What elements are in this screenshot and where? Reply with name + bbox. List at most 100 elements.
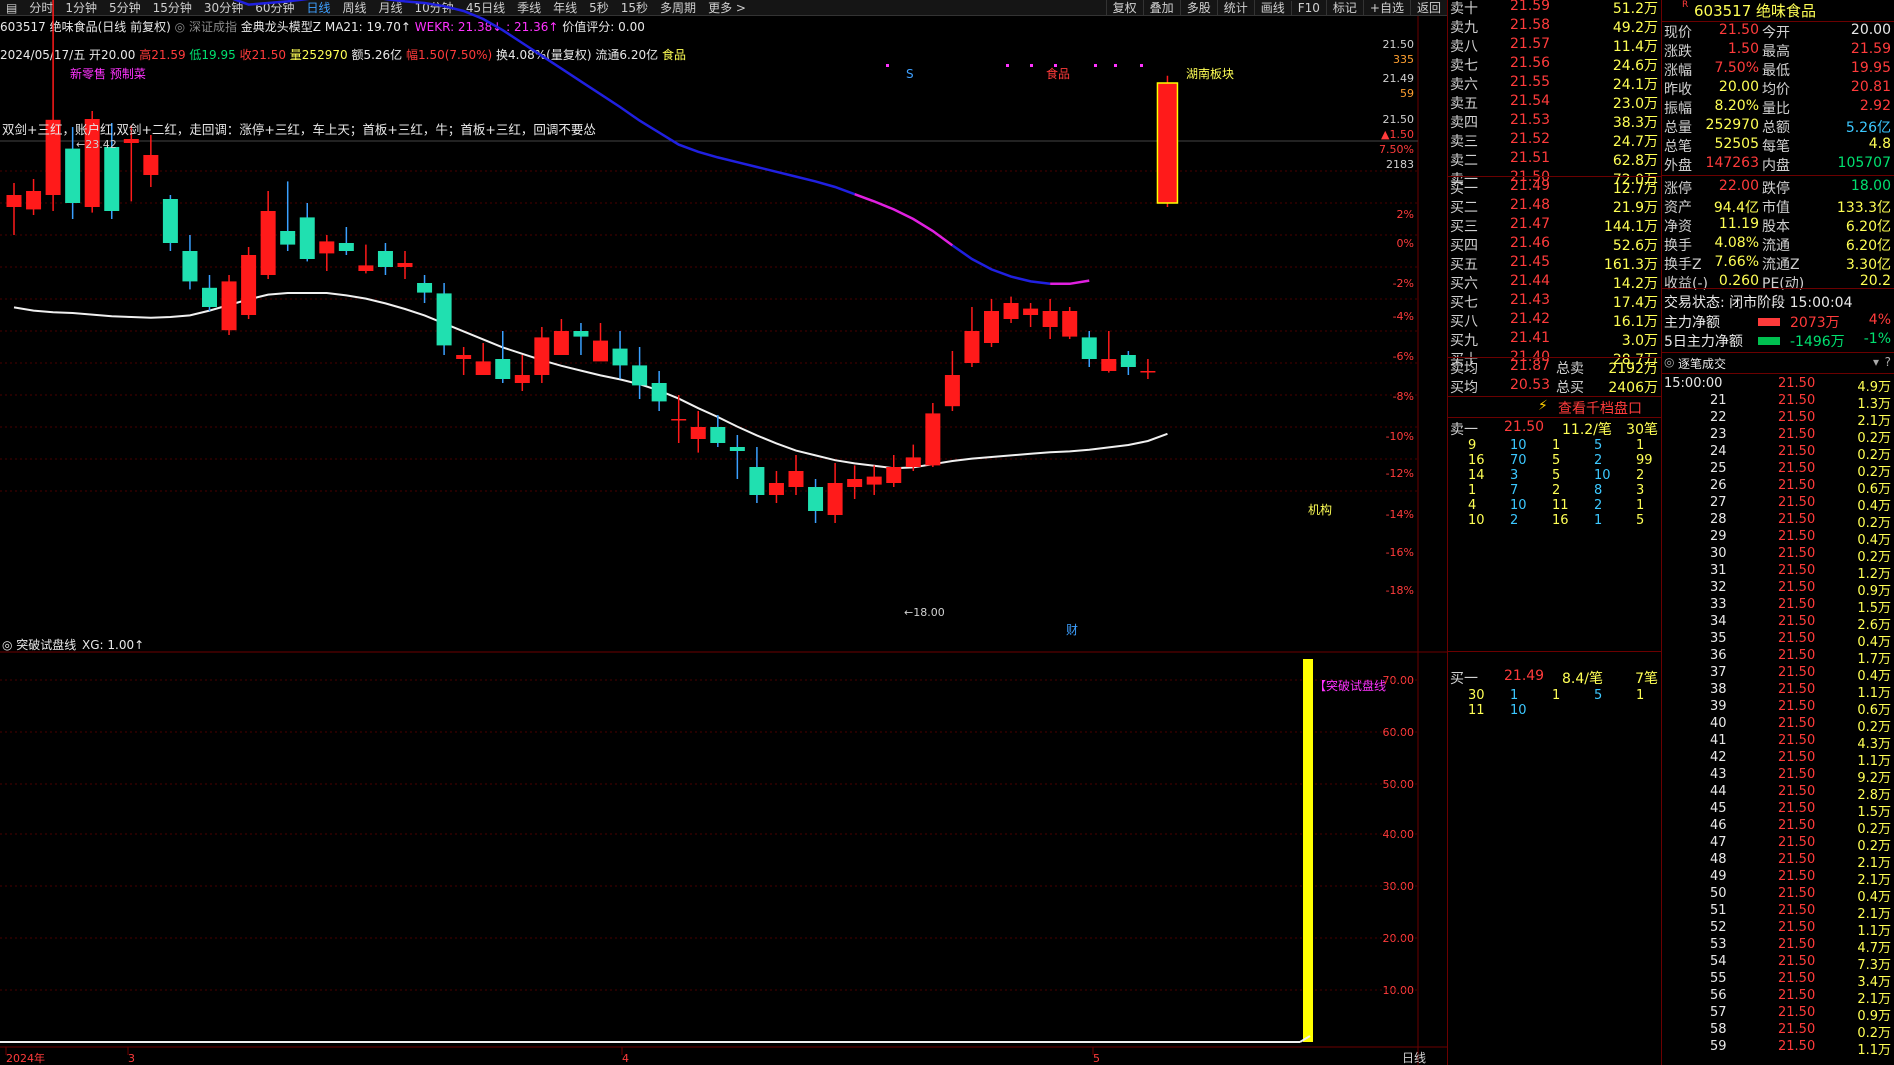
tick-row: 33 21.50 1.5万 [1662, 597, 1894, 616]
queue-cell: 1 [1636, 498, 1645, 513]
quote-label: 流通Z [1762, 257, 1800, 273]
price-axis-label: 21.50 [1383, 113, 1415, 126]
help-icon[interactable]: ? [1885, 355, 1891, 369]
topic-tags: 新零售 预制菜 [70, 66, 146, 81]
quote-value: 133.3亿 [1836, 200, 1891, 216]
tick-price: 21.50 [1778, 682, 1816, 697]
tick-price: 21.50 [1778, 512, 1816, 527]
tick-time: 21 [1710, 393, 1727, 408]
divider [1448, 396, 1662, 397]
quote-label: 昨收 [1664, 82, 1692, 98]
quote-row: 换手 4.08% 流通 6.20亿 [1662, 235, 1894, 254]
tick-time: 37 [1710, 665, 1727, 680]
filter-icon[interactable]: ▾ [1873, 355, 1879, 369]
queue-cell: 2 [1636, 468, 1645, 483]
queue-cell: 1 [1594, 513, 1603, 528]
depth-link-text[interactable]: 查看千档盘口 [1558, 398, 1642, 418]
queue-cell: 1 [1552, 438, 1561, 453]
tick-price: 21.50 [1778, 750, 1816, 765]
ob-label: 卖四 [1450, 115, 1478, 131]
quote-label: 量比 [1762, 101, 1790, 117]
tick-row: 53 21.50 4.7万 [1662, 937, 1894, 956]
quote-header: R 603517 绝味食品 [1662, 0, 1894, 20]
quote-label: 最高 [1762, 44, 1790, 60]
quote-label: 股本 [1762, 219, 1790, 235]
indicator-axis-label: 60.00 [1383, 726, 1415, 739]
tick-price: 21.50 [1778, 631, 1816, 646]
tick-time: 50 [1710, 886, 1727, 901]
candle [534, 327, 550, 383]
queue-header: 卖一 21.50 11.2/笔 30笔 [1450, 419, 1658, 438]
tick-row: 25 21.50 0.2万 [1662, 461, 1894, 480]
candle [1003, 296, 1019, 323]
tick-time: 48 [1710, 852, 1727, 867]
kline-chart[interactable]: 新零售 预制菜双剑+三红，账户红,双剑+二红，走回调：涨停+三红，车上天；首板+… [0, 0, 1447, 1065]
quote-label: 换手 [1664, 238, 1692, 254]
candle [808, 479, 824, 523]
ob-price: 21.53 [1510, 112, 1551, 128]
tick-time: 43 [1710, 767, 1727, 782]
quote-value: 22.00 [1718, 178, 1759, 194]
quote-row: 涨跌 1.50 最高 21.59 [1662, 41, 1894, 60]
tick-price: 21.50 [1778, 444, 1816, 459]
ob-volume: 12.7万 [1612, 181, 1658, 197]
quote-value: 105707 [1837, 155, 1891, 171]
price-axis-label: 335 [1393, 53, 1414, 66]
queue-cell: 11 [1552, 498, 1569, 513]
price-axis-label: -8% [1393, 390, 1414, 403]
quote-value: 20.2 [1859, 273, 1891, 289]
quote-label: 涨幅 [1664, 63, 1692, 79]
ob-volume: 62.8万 [1612, 153, 1658, 169]
tick-row: 36 21.50 1.7万 [1662, 648, 1894, 667]
queue-header: 买一 21.49 8.4/笔 7笔 [1450, 668, 1658, 687]
quote-row: 昨收 20.00 均价 20.81 [1662, 79, 1894, 98]
ob-price: 21.59 [1510, 0, 1551, 14]
ask-row: 卖四 21.53 38.3万 [1448, 112, 1662, 131]
candle [319, 235, 335, 271]
ob-label: 卖八 [1450, 39, 1478, 55]
candle [632, 347, 648, 399]
indicator-axis-label: 70.00 [1383, 674, 1415, 687]
candle [280, 181, 296, 251]
candle [593, 323, 608, 362]
tick-row: 34 21.50 2.6万 [1662, 614, 1894, 633]
quote-value: 52505 [1714, 136, 1759, 152]
queue-cell: 10 [1510, 703, 1527, 718]
quote-value: 20.00 [1850, 22, 1891, 38]
price-axis-label: ▲1.50 [1381, 128, 1414, 141]
quote-value: 19.95 [1850, 60, 1891, 76]
ma-blue-line-2 [951, 244, 1051, 286]
signal-dot [1114, 64, 1117, 67]
tick-row: 50 21.50 0.4万 [1662, 886, 1894, 905]
quote-label: 振幅 [1664, 101, 1692, 117]
ask-row: 卖二 21.51 62.8万 [1448, 150, 1662, 169]
price-axis-label: -12% [1386, 467, 1414, 480]
depth-link[interactable]: ⚡ 查看千档盘口 [1448, 398, 1662, 417]
tick-price: 21.50 [1778, 410, 1816, 425]
tick-time: 36 [1710, 648, 1727, 663]
divider [1448, 176, 1662, 177]
queue-cell: 3 [1510, 468, 1519, 483]
tick-row: 15:00:00 21.50 4.9万 [1662, 376, 1894, 395]
price-axis-label: 2% [1397, 208, 1414, 221]
ob-label: 买八 [1450, 314, 1478, 330]
signal-dot [1094, 64, 1097, 67]
ob-volume: 24.7万 [1612, 134, 1658, 150]
tick-row: 57 21.50 0.9万 [1662, 1005, 1894, 1024]
tick-time: 55 [1710, 971, 1727, 986]
candle [1101, 331, 1117, 373]
tick-time: 46 [1710, 818, 1727, 833]
ob-label: 买六 [1450, 276, 1478, 292]
tick-time: 49 [1710, 869, 1727, 884]
tick-price: 21.50 [1778, 988, 1816, 1003]
ob-label: 卖七 [1450, 58, 1478, 74]
ob-volume: 24.6万 [1612, 58, 1658, 74]
tick-row: 37 21.50 0.4万 [1662, 665, 1894, 684]
price-axis-label: 21.49 [1383, 72, 1415, 85]
tick-price: 21.50 [1778, 580, 1816, 595]
ask-row: 卖三 21.52 24.7万 [1448, 131, 1662, 150]
price-axis-label: -6% [1393, 350, 1414, 363]
lightning-icon: ⚡ [1538, 398, 1548, 414]
candle [866, 465, 882, 495]
quote-label: 净资 [1664, 219, 1692, 235]
